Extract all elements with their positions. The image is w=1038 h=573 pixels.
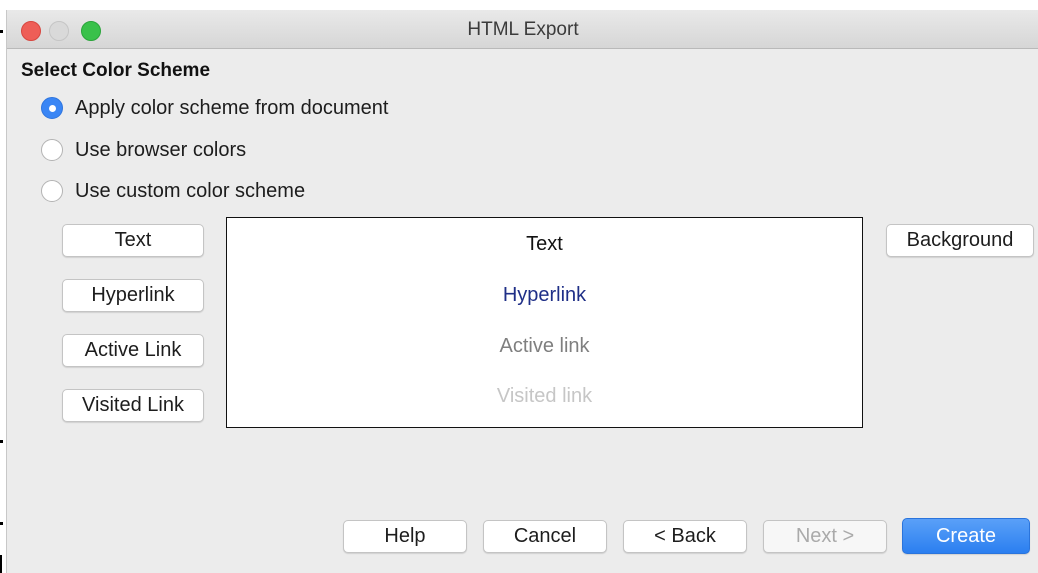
help-button[interactable]: Help [343,520,467,553]
radio-button[interactable] [41,180,63,202]
back-button[interactable]: < Back [623,520,747,553]
preview-text: Text [526,233,563,255]
radio-label: Use browser colors [75,138,247,161]
radio-browser-colors[interactable]: Use browser colors [41,136,246,164]
edge-mark [0,522,3,525]
create-button[interactable]: Create [902,518,1030,554]
active-link-color-button[interactable]: Active Link [62,334,204,367]
window-title: HTML Export [467,19,579,40]
background-color-button[interactable]: Background [886,224,1034,257]
radio-button[interactable] [41,97,63,119]
html-export-dialog: HTML Export Select Color Scheme Apply co… [6,10,1038,573]
radio-label: Use custom color scheme [75,179,306,202]
edge-mark [0,555,2,573]
next-button[interactable]: Next > [763,520,887,553]
preview-visited-link: Visited link [496,385,593,407]
preview-hyperlink: Hyperlink [502,284,587,306]
radio-custom-scheme[interactable]: Use custom color scheme [41,177,305,205]
section-title: Select Color Scheme [21,60,211,81]
edge-mark [0,440,3,443]
radio-label: Apply color scheme from document [75,96,389,119]
radio-apply-document-scheme[interactable]: Apply color scheme from document [41,94,388,122]
color-preview-panel: Text Hyperlink Active link Visited link [226,217,863,428]
hyperlink-color-button[interactable]: Hyperlink [62,279,204,312]
cancel-button[interactable]: Cancel [483,520,607,553]
title-bar: HTML Export [7,10,1038,49]
preview-active-link: Active link [499,335,590,357]
edge-mark [0,30,3,33]
visited-link-color-button[interactable]: Visited Link [62,389,204,422]
text-color-button[interactable]: Text [62,224,204,257]
radio-button[interactable] [41,139,63,161]
